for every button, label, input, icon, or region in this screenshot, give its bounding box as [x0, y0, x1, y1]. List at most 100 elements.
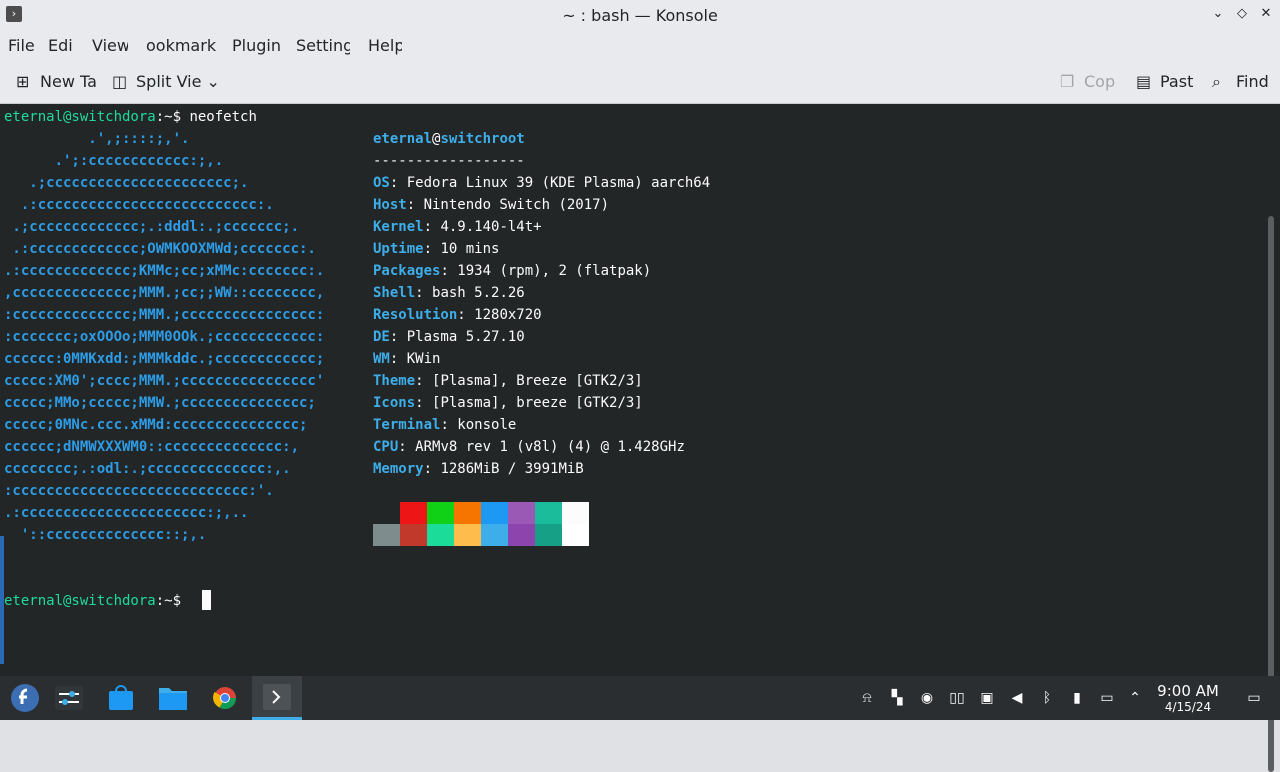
chevron-down-icon: ⌄	[201, 72, 220, 91]
menu-settings[interactable]: Setting	[296, 36, 350, 55]
system-settings-icon[interactable]	[44, 676, 94, 720]
logo-line: ccccc:XM0';cccc;MMM.;cccccccccccccccc'	[4, 373, 325, 389]
logo-line: ccccc;0MNc.ccc.xMMd:ccccccccccccccc;	[4, 417, 308, 433]
info-row: DE: Plasma 5.27.10	[373, 329, 525, 345]
color-swatch	[454, 502, 481, 524]
file-manager-icon[interactable]	[148, 676, 198, 720]
menu-plugins[interactable]: Plugin	[232, 36, 282, 55]
info-row: Memory: 1286MiB / 3991MiB	[373, 461, 584, 477]
info-value: Fedora Linux 39 (KDE Plasma) aarch64	[406, 175, 711, 191]
fedora-launcher-icon[interactable]	[0, 676, 50, 720]
info-value: 1280x720	[474, 307, 542, 323]
prompt-line: eternal@switchdora:~$	[4, 590, 189, 612]
clock-time[interactable]: 9:00 AM	[1150, 682, 1226, 700]
widgets-icon[interactable]: ▚	[888, 689, 906, 707]
updates-icon[interactable]: ◉	[918, 689, 936, 707]
clock-date[interactable]: 4/15/24	[1150, 700, 1226, 714]
logo-line: .:cccccccccccccccccccccccccc:.	[4, 197, 274, 213]
chrome-icon[interactable]	[200, 676, 250, 720]
menu-help[interactable]: Help	[368, 36, 402, 55]
logo-line: '::cccccccccccccc::;,.	[4, 527, 207, 543]
text-cursor	[202, 590, 211, 610]
minimize-icon[interactable]: ⌄	[1210, 6, 1226, 22]
bluetooth-icon[interactable]: ᛒ	[1038, 689, 1056, 707]
info-key: DE	[373, 329, 390, 345]
info-row: Kernel: 4.9.140-l4t+	[373, 219, 542, 235]
info-value: 4.9.140-l4t+	[440, 219, 542, 235]
info-row: Terminal: konsole	[373, 417, 517, 433]
info-key: Terminal	[373, 417, 441, 433]
info-value: [Plasma], breeze [GTK2/3]	[432, 395, 643, 411]
info-host: switchroot	[440, 131, 525, 147]
konsole-icon[interactable]	[252, 676, 302, 720]
info-row: Theme: [Plasma], Breeze [GTK2/3]	[373, 373, 643, 389]
copy-button[interactable]: ❐ Cop	[1060, 72, 1120, 91]
new-tab-button[interactable]: ⊞ New Ta	[16, 72, 98, 91]
logo-line: :ccccccc;oxOOOo;MMM0OOk.;cccccccccccc:	[4, 329, 325, 345]
taskbar: ⍾ ▚ ◉ ▯▯ ▣ ◀ ᛒ ▮ ▭ ⌃ ▭	[0, 676, 1280, 720]
terminal-view[interactable]: eternal@switchdora:~$ neofetch .',;::::;…	[0, 104, 1280, 772]
info-value: [Plasma], Breeze [GTK2/3]	[432, 373, 643, 389]
info-row: Packages: 1934 (rpm), 2 (flatpak)	[373, 263, 652, 279]
menu-file[interactable]: File	[8, 36, 34, 55]
info-value: 10 mins	[440, 241, 500, 257]
show-desktop-icon[interactable]: ▭	[1244, 689, 1264, 707]
info-value: KWin	[406, 351, 441, 367]
menu-view[interactable]: View	[92, 36, 128, 55]
command-line: eternal@switchdora:~$ neofetch	[4, 106, 257, 128]
info-row: CPU: ARMv8 rev 1 (v8l) (4) @ 1.428GHz	[373, 439, 685, 455]
info-key: Shell	[373, 285, 416, 301]
network-icon[interactable]: ▭	[1098, 689, 1116, 707]
logo-line: .:cccccccccccccccccccccc:;,..	[4, 505, 249, 521]
split-view-icon: ◫	[112, 72, 128, 91]
tray-expand-icon[interactable]: ⌃	[1126, 689, 1144, 707]
new-tab-label: New Ta	[40, 72, 97, 91]
close-icon[interactable]: ✕	[1258, 6, 1274, 22]
color-swatch	[454, 524, 481, 546]
color-swatch	[373, 524, 400, 546]
info-key: Icons	[373, 395, 416, 411]
color-swatch	[562, 502, 589, 524]
info-row: Host: Nintendo Switch (2017)	[373, 197, 610, 213]
discover-store-icon[interactable]	[96, 676, 146, 720]
color-swatch	[535, 524, 562, 546]
info-key: Kernel	[373, 219, 424, 235]
menu-edit[interactable]: Edi	[48, 36, 78, 55]
usb-icon[interactable]: ▮	[1068, 689, 1086, 707]
info-separator: ------------------	[373, 153, 525, 169]
info-value: Plasma 5.27.10	[406, 329, 525, 345]
info-row: Icons: [Plasma], breeze [GTK2/3]	[373, 395, 643, 411]
info-user: eternal	[373, 131, 433, 147]
info-row: WM: KWin	[373, 351, 441, 367]
split-view-label: Split Vie	[136, 72, 202, 91]
focus-indicator	[0, 536, 4, 664]
maximize-icon[interactable]: ◇	[1234, 6, 1250, 22]
menu-bookmarks[interactable]: ookmark	[146, 36, 218, 55]
find-button[interactable]: ⌕ Find	[1212, 72, 1268, 92]
prompt-user: eternal@switchdora	[4, 109, 156, 125]
notifications-icon[interactable]: ⍾	[858, 689, 876, 707]
info-value: 1286MiB / 3991MiB	[440, 461, 584, 477]
paste-label: Past	[1160, 72, 1194, 91]
logo-line: cccccc;dNMWXXXWM0::cccccccccccccc:,	[4, 439, 300, 455]
color-swatch	[562, 524, 589, 546]
logo-line: cccccc:0MMKxdd:;MMMkddc.;cccccccccccc;	[4, 351, 325, 367]
volume-icon[interactable]: ◀	[1008, 689, 1026, 707]
find-label: Find	[1236, 72, 1268, 91]
logo-line: .:ccccccccccccc;OWMKOOXMWd;ccccccc:.	[4, 241, 316, 257]
color-swatch	[400, 502, 427, 524]
info-key: Host	[373, 197, 407, 213]
info-header: eternal@switchroot	[373, 128, 525, 150]
copy-icon: ❐	[1060, 72, 1075, 91]
split-view-button[interactable]: ◫ Split Vie ⌄	[112, 72, 220, 91]
switch-controller-icon[interactable]: ▯▯	[948, 689, 966, 707]
logo-line: .;cccccccccccccccccccccc;.	[4, 175, 249, 191]
storage-icon[interactable]: ▣	[978, 689, 996, 707]
info-key: Theme	[373, 373, 416, 389]
color-swatch	[508, 502, 535, 524]
logo-line: .;ccccccccccccc;.:dddl:.;ccccccc;.	[4, 219, 300, 235]
paste-button[interactable]: ▤ Past	[1136, 72, 1196, 91]
command-text: neofetch	[189, 109, 257, 125]
info-value: konsole	[457, 417, 517, 433]
color-swatch	[373, 502, 400, 524]
